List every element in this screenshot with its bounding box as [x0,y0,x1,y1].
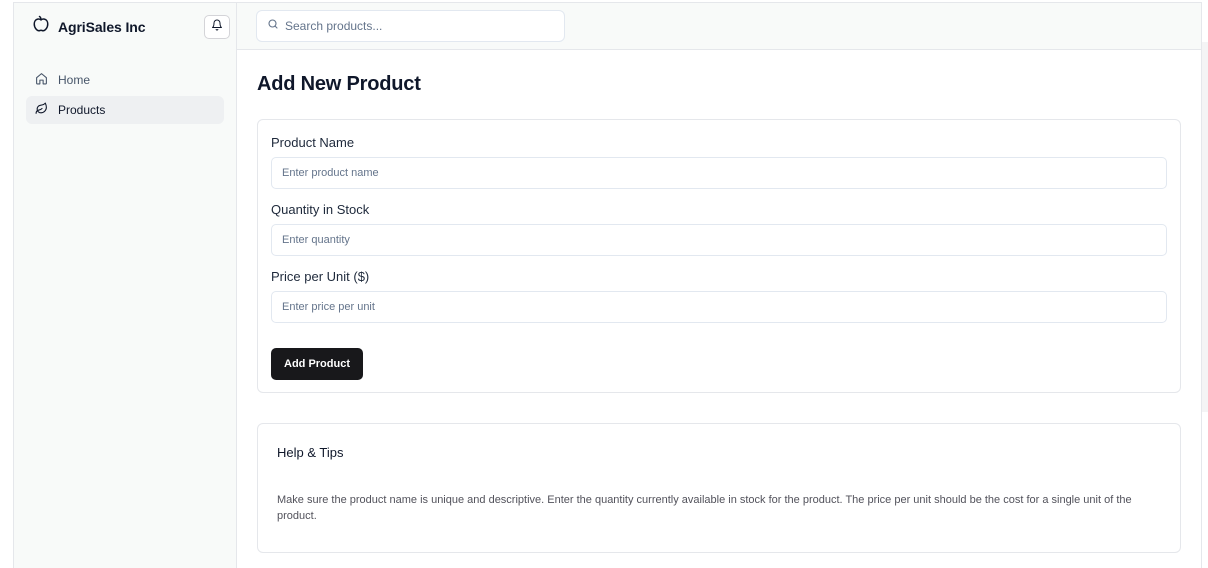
help-title: Help & Tips [277,445,344,460]
apple-icon [32,15,50,38]
price-input[interactable] [271,291,1167,323]
sidebar-item-label: Home [58,73,91,87]
help-text: Make sure the product name is unique and… [277,494,1132,522]
scrollbar[interactable] [1202,42,1208,412]
brand-bar: AgriSales Inc [14,3,236,50]
home-icon [35,72,48,88]
main-area: Add New Product Product Name Quantity in… [237,3,1201,568]
sidebar-item-home[interactable]: Home [26,66,224,94]
quantity-input[interactable] [271,224,1167,256]
page-title: Add New Product [257,73,421,95]
search-input[interactable] [285,19,545,33]
search-box[interactable] [256,10,565,42]
sidebar-nav: Home Products [14,50,236,142]
sidebar-item-products[interactable]: Products [26,96,224,124]
sidebar-item-label: Products [58,103,106,117]
app-name: AgriSales Inc [58,18,146,35]
page-content: Add New Product Product Name Quantity in… [237,50,1201,553]
product-form-card: Product Name Quantity in Stock Price per… [257,119,1181,393]
notifications-button[interactable] [204,14,230,39]
product-name-input[interactable] [271,157,1167,189]
bell-icon [211,19,223,34]
sidebar: AgriSales Inc Home Products [14,3,237,568]
price-label: Price per Unit ($) [271,269,370,284]
leaf-icon [35,102,48,118]
brand[interactable]: AgriSales Inc [32,15,146,38]
app-shell: AgriSales Inc Home Products Search produ… [13,2,1202,568]
add-product-button[interactable]: Add Product [271,348,363,380]
help-card: Help & Tips Make sure the product name i… [257,423,1181,553]
product-name-label: Product Name [271,135,355,150]
search-icon [267,17,279,35]
top-bar [237,3,1201,50]
quantity-label: Quantity in Stock [271,202,370,217]
